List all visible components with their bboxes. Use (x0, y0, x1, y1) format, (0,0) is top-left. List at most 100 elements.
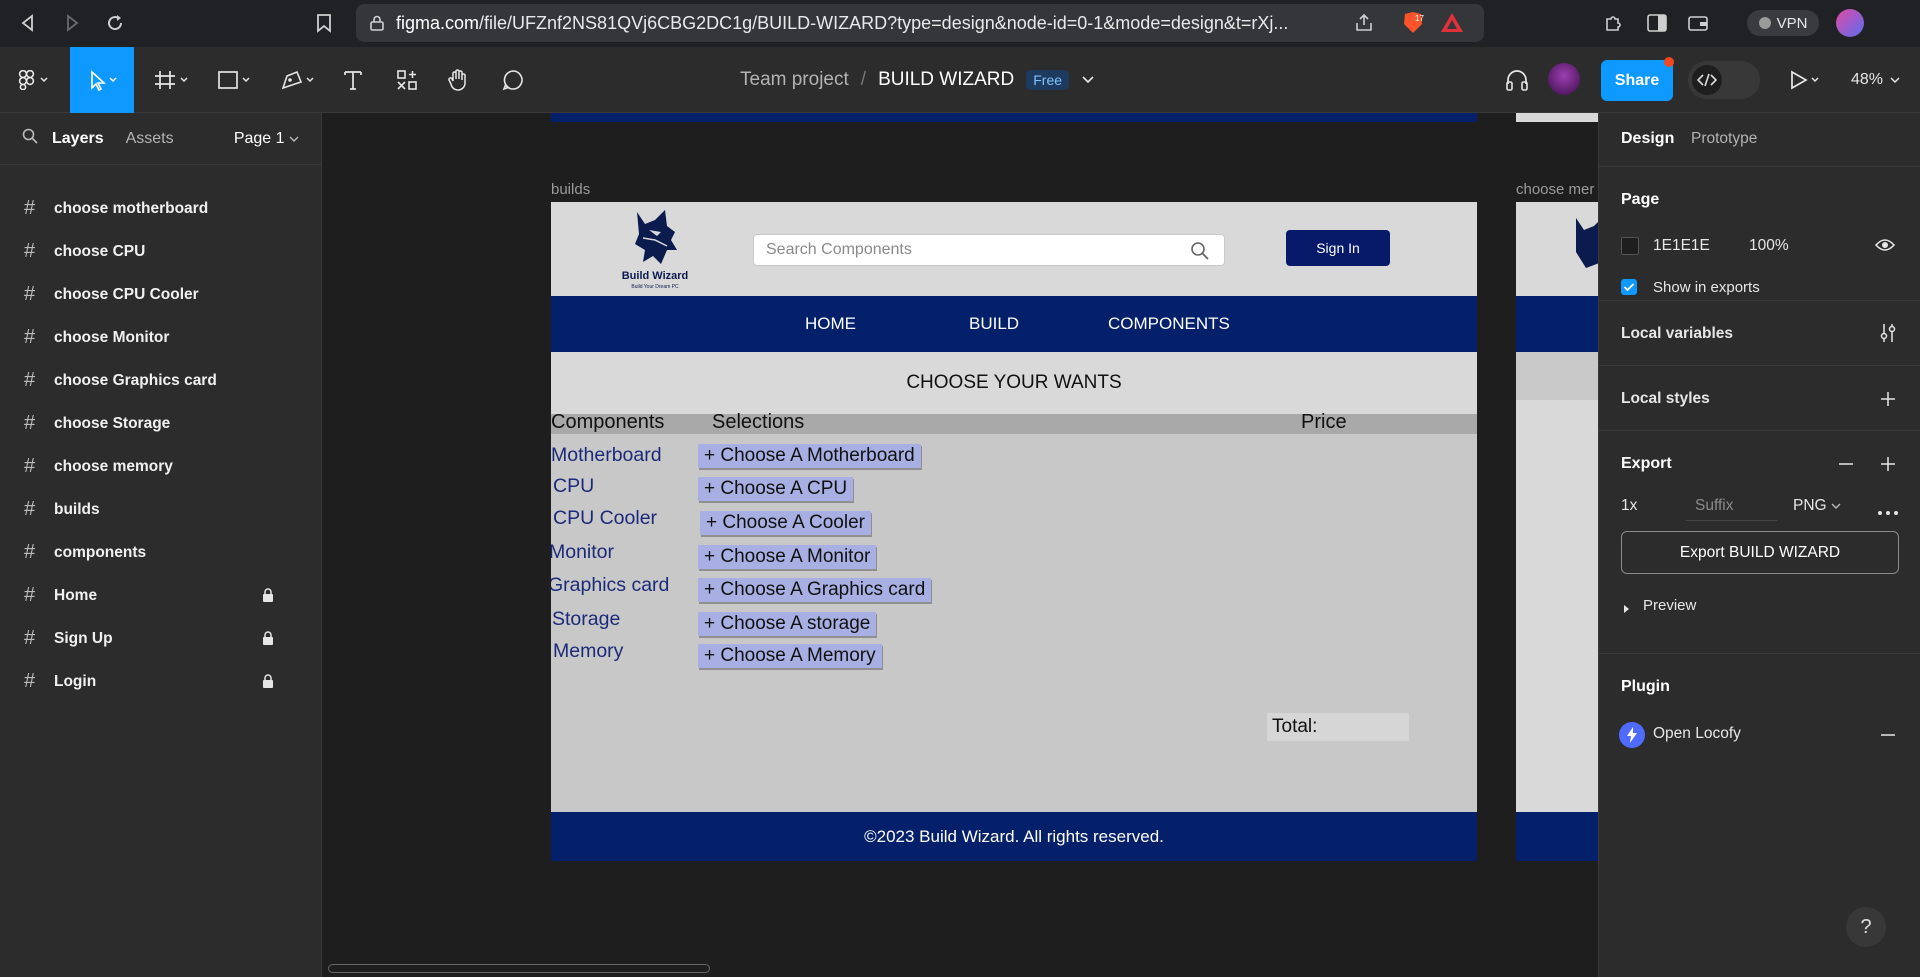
layer-name: choose CPU Cooler (54, 285, 199, 303)
plus-icon[interactable] (1879, 390, 1897, 413)
sidebar-icon[interactable] (1645, 11, 1669, 35)
export-suffix-input[interactable]: Suffix (1685, 489, 1777, 521)
share-button[interactable]: Share (1601, 60, 1673, 101)
layer-row[interactable]: # builds (0, 488, 322, 531)
layer-row[interactable]: # components (0, 531, 322, 574)
profile-avatar[interactable] (1836, 9, 1864, 37)
dev-mode-toggle[interactable] (1688, 61, 1760, 99)
layer-row[interactable]: # choose memory (0, 445, 322, 488)
layer-row[interactable]: # choose Storage (0, 402, 322, 445)
shape-tool[interactable] (208, 47, 258, 113)
page-opacity-value[interactable]: 100% (1749, 237, 1789, 255)
layer-row[interactable]: # choose motherboard (0, 187, 322, 230)
variables-icon[interactable] (1879, 323, 1897, 348)
tab-assets[interactable]: Assets (126, 130, 174, 148)
lock-icon[interactable] (262, 674, 274, 688)
lock-icon[interactable] (262, 631, 274, 645)
minus-icon[interactable] (1837, 455, 1855, 478)
frame-tool[interactable] (146, 47, 196, 113)
choose-memory-button[interactable]: + Choose A Memory (698, 644, 882, 668)
plus-icon[interactable] (1879, 455, 1897, 478)
tab-layers[interactable]: Layers (52, 130, 104, 148)
choose-cooler-button[interactable]: + Choose A Cooler (700, 511, 871, 535)
frame-label[interactable]: builds (551, 181, 590, 198)
builds-frame[interactable]: Build Wizard Build Your Dream PC Search … (551, 202, 1477, 861)
present-button[interactable] (1786, 47, 1826, 113)
tab-prototype[interactable]: Prototype (1691, 130, 1757, 148)
choose-memory-frame-peek[interactable] (1516, 202, 1598, 861)
layer-name: choose CPU (54, 242, 146, 260)
horizontal-scrollbar[interactable] (328, 964, 710, 973)
comment-tool[interactable] (496, 47, 530, 113)
layer-row[interactable]: # choose Graphics card (0, 359, 322, 402)
wallet-icon[interactable] (1686, 11, 1710, 35)
preview-toggle[interactable]: Preview (1643, 597, 1696, 614)
peek-section (1516, 352, 1598, 400)
plugin-section: Plugin Open Locofy (1599, 654, 1920, 764)
back-icon[interactable] (16, 11, 40, 35)
layer-row[interactable]: # Home (0, 574, 322, 617)
vpn-button[interactable]: VPN (1747, 10, 1819, 36)
user-avatar[interactable] (1548, 63, 1580, 95)
nav-build[interactable]: BUILD (969, 314, 1019, 334)
export-button[interactable]: Export BUILD WIZARD (1621, 531, 1899, 574)
frame-icon: # (24, 670, 36, 692)
layer-row[interactable]: # choose Monitor (0, 316, 322, 359)
choose-storage-button[interactable]: + Choose A storage (698, 612, 877, 636)
help-button[interactable]: ? (1846, 907, 1886, 947)
brave-rewards-icon[interactable] (1440, 12, 1464, 39)
choose-monitor-button[interactable]: + Choose A Monitor (698, 545, 877, 569)
nav-components[interactable]: COMPONENTS (1108, 314, 1230, 334)
caret-right-icon[interactable] (1621, 601, 1631, 619)
team-name[interactable]: Team project (740, 69, 849, 91)
plugin-name[interactable]: Open Locofy (1653, 725, 1741, 743)
layer-row[interactable]: # Sign Up (0, 617, 322, 660)
pen-tool[interactable] (272, 47, 322, 113)
resources-tool[interactable] (390, 47, 424, 113)
forward-icon[interactable] (60, 11, 84, 35)
page-color-swatch[interactable] (1621, 237, 1639, 255)
main-menu-button[interactable] (10, 47, 58, 113)
brave-shield-icon[interactable]: 17 (1400, 10, 1426, 41)
minus-icon[interactable] (1879, 726, 1897, 749)
more-options-icon[interactable] (1877, 503, 1899, 521)
headphones-icon[interactable] (1500, 47, 1534, 113)
share-page-icon[interactable] (1354, 13, 1374, 38)
export-scale[interactable]: 1x (1621, 497, 1637, 515)
hand-tool[interactable] (442, 47, 476, 113)
frame-label[interactable]: choose mer (1516, 181, 1594, 198)
show-in-exports-checkbox[interactable] (1621, 279, 1637, 295)
choose-motherboard-button[interactable]: + Choose A Motherboard (698, 444, 921, 468)
layer-row[interactable]: # choose CPU (0, 230, 322, 273)
reload-icon[interactable] (103, 11, 127, 35)
bookmark-icon[interactable] (312, 11, 336, 35)
page-selector[interactable]: Page 1 (234, 130, 299, 148)
tab-design[interactable]: Design (1621, 130, 1674, 148)
choose-cpu-button[interactable]: + Choose A CPU (698, 477, 854, 501)
show-in-exports-label: Show in exports (1653, 279, 1760, 296)
design-canvas[interactable]: builds choose mer Build Wizard Build You… (322, 113, 1598, 977)
nav-home[interactable]: HOME (805, 314, 856, 334)
search-icon[interactable] (22, 128, 38, 149)
local-variables-title[interactable]: Local variables (1621, 325, 1733, 343)
zoom-control[interactable]: 48% (1846, 47, 1906, 113)
lock-icon[interactable] (262, 588, 274, 602)
chevron-down-icon[interactable] (1081, 69, 1095, 91)
layer-row[interactable]: # Login (0, 660, 322, 703)
eye-icon[interactable] (1874, 237, 1896, 258)
extensions-icon[interactable] (1601, 11, 1625, 35)
search-input[interactable]: Search Components (753, 234, 1225, 266)
sign-in-button[interactable]: Sign In (1286, 230, 1390, 266)
column-header: Price (1301, 411, 1347, 433)
page-color-value[interactable]: 1E1E1E (1653, 237, 1710, 255)
move-tool[interactable] (70, 47, 134, 113)
export-format-select[interactable]: PNG (1793, 497, 1841, 515)
document-title[interactable]: Team project / BUILD WIZARD Free (740, 47, 1095, 113)
text-tool[interactable] (336, 47, 370, 113)
search-icon[interactable] (1190, 241, 1210, 266)
choose-graphics-card-button[interactable]: + Choose A Graphics card (698, 578, 932, 602)
component-label: Graphics card (551, 574, 670, 596)
file-name[interactable]: BUILD WIZARD (878, 69, 1014, 91)
address-bar[interactable]: figma.com/file/UFZnf2NS81QVj6CBG2DC1g/BU… (356, 4, 1484, 42)
layer-row[interactable]: # choose CPU Cooler (0, 273, 322, 316)
